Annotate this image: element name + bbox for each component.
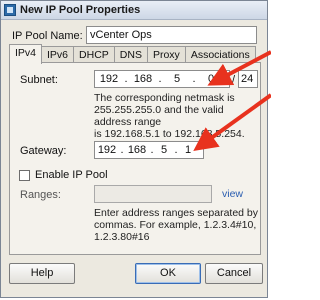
ranges-input[interactable] [94,185,212,203]
subnet-octet-3[interactable]: 5 [163,73,191,85]
help-button[interactable]: Help [9,263,75,284]
gateway-octet-2[interactable]: 168 [125,144,149,156]
tab-dns[interactable]: DNS [113,46,148,63]
tab-proxy[interactable]: Proxy [146,46,186,63]
pool-name-label: IP Pool Name: [12,30,83,42]
tab-strip: IPv4 IPv6 DHCP DNS Proxy Associations [9,44,256,64]
window-title: New IP Pool Properties [20,4,141,16]
pool-name-input[interactable]: vCenter Ops [86,26,257,44]
title-bar: New IP Pool Properties [1,1,267,20]
netmask-note: The corresponding netmask is 255.255.255… [94,92,260,140]
cancel-button[interactable]: Cancel [205,263,263,284]
subnet-octet-1[interactable]: 192 [95,73,123,85]
subnet-ip-input[interactable]: 192. 168. 5. 0 [94,70,230,88]
ranges-label: Ranges: [20,189,61,201]
ranges-view-link[interactable]: view [222,188,243,200]
subnet-prefix-input[interactable]: 24 [238,70,258,88]
ranges-help-line2: commas. For example, 1.2.3.4#10, [94,219,257,231]
prefix-slash: / [232,74,236,86]
netmask-note-line2: 255.255.255.0 and the valid address rang… [94,104,224,128]
app-icon [4,4,16,16]
ip-pool-dialog: New IP Pool Properties IP Pool Name: vCe… [0,0,268,298]
ranges-help-line3: 1.2.3.80#16 [94,231,150,243]
ranges-help-line1: Enter address ranges separated by [94,207,259,219]
tab-ipv6[interactable]: IPv6 [41,46,75,63]
ranges-help: Enter address ranges separated by commas… [94,207,258,243]
gateway-octet-4[interactable]: 1 [179,144,197,156]
subnet-octet-4[interactable]: 0 [197,73,225,85]
netmask-note-line1: The corresponding netmask is [94,92,235,104]
tab-dhcp[interactable]: DHCP [73,46,115,63]
subnet-octet-2[interactable]: 168 [129,73,157,85]
gateway-octet-1[interactable]: 192 [95,144,119,156]
tab-ipv4[interactable]: IPv4 [9,44,43,64]
subnet-label: Subnet: [20,74,58,86]
netmask-note-line3: is 192.168.5.1 to 192.168.5.254. [94,128,245,140]
gateway-octet-3[interactable]: 5 [155,144,173,156]
tab-associations[interactable]: Associations [184,46,256,63]
enable-ip-pool-label: Enable IP Pool [35,169,108,181]
gateway-label: Gateway: [20,145,67,157]
enable-ip-pool-checkbox[interactable] [19,170,30,181]
ipv4-tab-panel: Subnet: 192. 168. 5. 0 / 24 The correspo… [9,62,261,255]
ok-button[interactable]: OK [135,263,201,284]
gateway-ip-input[interactable]: 192. 168. 5. 1 [94,141,204,159]
